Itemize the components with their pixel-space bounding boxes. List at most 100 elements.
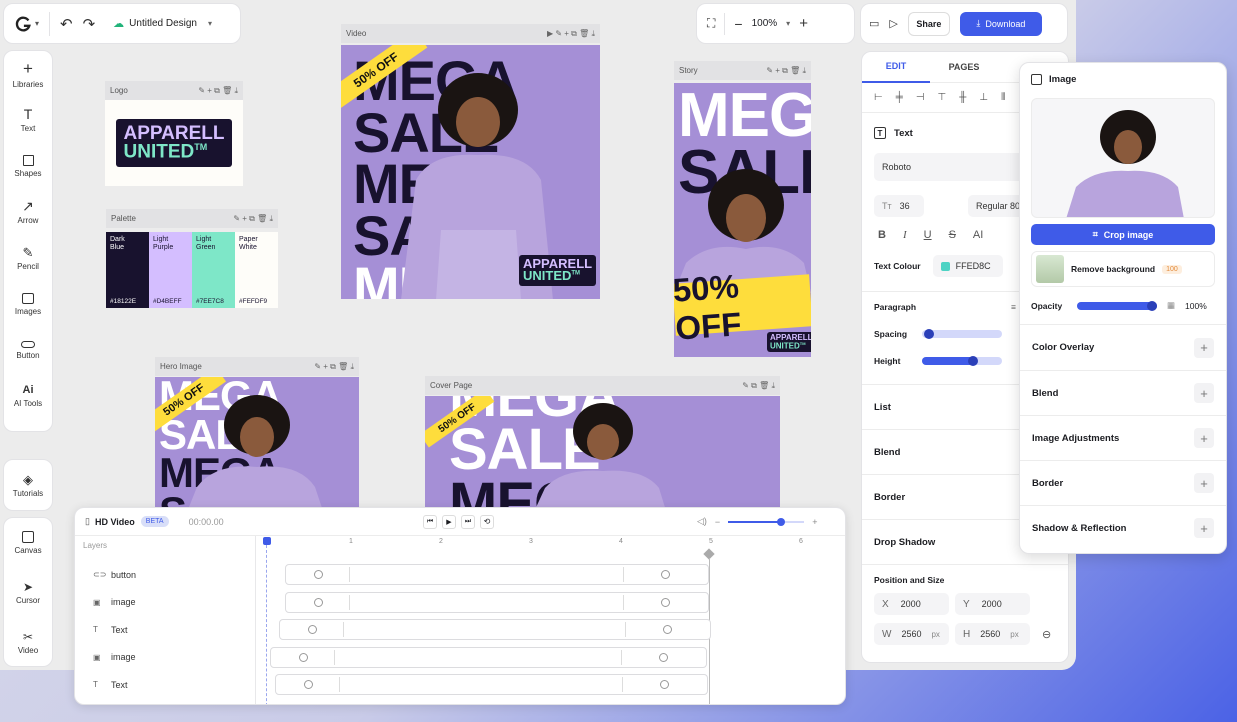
timeline-layer-row[interactable]: ▣ image bbox=[75, 589, 843, 616]
tab-edit[interactable]: EDIT bbox=[862, 52, 930, 83]
keyframe-handle[interactable] bbox=[659, 652, 668, 662]
slider-thumb[interactable] bbox=[924, 329, 935, 339]
keyframe-handle[interactable] bbox=[299, 652, 308, 662]
plus-icon[interactable]: + bbox=[1194, 337, 1214, 358]
image-section-border[interactable]: Border + bbox=[1020, 460, 1226, 505]
tool-button[interactable]: Button bbox=[4, 327, 52, 373]
align-center-icon[interactable]: ╪ bbox=[896, 92, 903, 103]
opacity-value[interactable]: 100% bbox=[1185, 301, 1207, 311]
keyframe-handle[interactable] bbox=[661, 570, 670, 579]
tab-pages[interactable]: PAGES bbox=[930, 62, 998, 72]
timeline-zoom-slider[interactable] bbox=[728, 517, 805, 526]
frame-story[interactable]: MEGA SALE 50% OFF APPARELL UNITEDTM bbox=[674, 83, 811, 357]
design-title-dropdown[interactable]: ☁ Untitled Design ▾ bbox=[113, 17, 212, 30]
playhead[interactable] bbox=[263, 537, 271, 545]
tool-shapes[interactable]: Shapes bbox=[4, 143, 52, 189]
plus-icon[interactable]: + bbox=[1194, 383, 1214, 403]
frame-header-story[interactable]: Story ✎ + ⧉ 🗑 ⤓ bbox=[674, 61, 811, 80]
tool-video[interactable]: ✂ Video bbox=[4, 618, 52, 668]
tool-tutorials[interactable]: ◈ Tutorials bbox=[4, 460, 52, 510]
undo-icon[interactable]: ↶ bbox=[60, 15, 73, 33]
italic-icon[interactable]: I bbox=[903, 229, 907, 241]
height-input[interactable]: H 2560 px bbox=[955, 623, 1030, 645]
skip-forward-icon[interactable]: ⏭ bbox=[461, 514, 475, 529]
palette-swatch[interactable]: Dark Blue #18122E bbox=[106, 232, 149, 308]
frame-palette[interactable]: Dark Blue #18122E Light Purple #D4BEFF Light… bbox=[106, 232, 278, 308]
image-section-shadow-reflection[interactable]: Shadow & Reflection + bbox=[1020, 505, 1226, 550]
volume-icon[interactable]: ◁) bbox=[697, 516, 707, 527]
zoom-in-icon[interactable]: + bbox=[812, 517, 817, 527]
frame-video[interactable]: MEGA SALE MEGA SALE MEGA SALE MEGA SALE … bbox=[341, 45, 600, 299]
palette-swatch[interactable]: Light Green #7EE7C8 bbox=[192, 232, 235, 308]
frame-header-logo[interactable]: Logo ✎ + ⧉ 🗑 ⤓ bbox=[105, 81, 243, 100]
frame-actions[interactable]: ✎ + ⧉ 🗑 ⤓ bbox=[233, 214, 273, 224]
frame-actions[interactable]: ▶ ✎ + ⧉ 🗑 ⤓ bbox=[547, 29, 595, 39]
frame-logo[interactable]: APPARELL UNITEDTM bbox=[105, 100, 243, 186]
comment-icon[interactable]: ▭ bbox=[869, 17, 879, 30]
timeline-clip[interactable] bbox=[275, 674, 708, 695]
timeline-layer-row[interactable]: ⊂⊃ button bbox=[75, 561, 843, 588]
keyframe-handle[interactable] bbox=[660, 680, 669, 689]
zoom-level[interactable]: 100% bbox=[752, 18, 778, 29]
zoom-out-icon[interactable]: − bbox=[715, 517, 720, 527]
frame-actions[interactable]: ✎ + ⧉ 🗑 ⤓ bbox=[314, 362, 354, 372]
y-input[interactable]: Y 2000 bbox=[955, 593, 1030, 615]
timeline-layer-row[interactable]: ▣ image bbox=[75, 644, 843, 671]
timeline-clip[interactable] bbox=[285, 591, 709, 613]
font-size-input[interactable]: Tт 36 bbox=[874, 195, 924, 217]
tool-text[interactable]: T Text bbox=[4, 97, 52, 143]
tool-pencil[interactable]: ✎ Pencil bbox=[4, 235, 52, 281]
text-colour-picker[interactable]: FFED8C bbox=[932, 255, 1003, 277]
image-section-blend[interactable]: Blend + bbox=[1020, 370, 1226, 415]
keyframe-handle[interactable] bbox=[308, 625, 317, 634]
chevron-down-icon[interactable]: ▾ bbox=[786, 19, 790, 28]
image-preview[interactable] bbox=[1031, 98, 1215, 218]
slider-thumb[interactable] bbox=[1147, 300, 1157, 311]
fit-screen-icon[interactable]: ⛶ bbox=[707, 16, 715, 31]
underline-icon[interactable]: U bbox=[924, 229, 932, 241]
align-bottom-icon[interactable]: ⊥ bbox=[979, 92, 988, 103]
timeline-layer-row[interactable]: T Text bbox=[75, 671, 843, 698]
frame-header-video[interactable]: Video ▶ ✎ + ⧉ 🗑 ⤓ bbox=[341, 24, 600, 43]
plus-icon[interactable]: + bbox=[1194, 428, 1214, 448]
skip-back-icon[interactable]: ⏮ bbox=[423, 514, 437, 529]
align-top-icon[interactable]: ⊤ bbox=[938, 92, 947, 103]
frame-header-hero[interactable]: Hero Image ✎ + ⧉ 🗑 ⤓ bbox=[155, 357, 359, 376]
frame-actions[interactable]: ✎ + ⧉ 🗑 ⤓ bbox=[766, 66, 806, 76]
height-slider[interactable] bbox=[922, 356, 1002, 366]
play-icon[interactable]: ▶ bbox=[442, 514, 456, 529]
align-right-icon[interactable]: ⊣ bbox=[916, 92, 925, 103]
keyframe-handle[interactable] bbox=[663, 625, 672, 634]
tool-ai-tools[interactable]: Ai AI Tools bbox=[4, 373, 52, 419]
zoom-out-icon[interactable]: − bbox=[734, 16, 742, 32]
align-left-icon[interactable]: ⊢ bbox=[874, 92, 883, 103]
slider-thumb[interactable] bbox=[777, 517, 786, 526]
distribute-icon[interactable]: ⫴ bbox=[1001, 92, 1005, 103]
width-input[interactable]: W 2560 px bbox=[874, 623, 949, 645]
play-preview-icon[interactable]: ▷ bbox=[889, 17, 897, 30]
tool-images[interactable]: Images bbox=[4, 281, 52, 327]
keyframe-handle[interactable] bbox=[661, 597, 670, 607]
keyframe-handle[interactable] bbox=[314, 597, 323, 607]
align-middle-icon[interactable]: ╫ bbox=[959, 92, 966, 103]
image-section-color-overlay[interactable]: Color Overlay + bbox=[1020, 325, 1226, 370]
paragraph-align-icon[interactable]: ≡ bbox=[1011, 302, 1016, 312]
transparency-icon[interactable]: ▦ bbox=[1167, 300, 1175, 311]
app-logo-menu[interactable]: ▾ bbox=[14, 15, 39, 33]
strikethrough-icon[interactable]: S bbox=[949, 229, 956, 241]
palette-swatch[interactable]: Light Purple #D4BEFF bbox=[149, 232, 192, 308]
tool-libraries[interactable]: + Libraries bbox=[4, 51, 52, 97]
frame-hero[interactable]: MEGA SALE MEGA SALE MEGA SALE 50% OFF bbox=[155, 377, 359, 512]
frame-cover[interactable]: MEGA SALE MEGA SALE MEGA SALE 50% OFF bbox=[425, 396, 780, 512]
remove-background-button[interactable]: Remove background 100 bbox=[1031, 251, 1215, 287]
zoom-in-icon[interactable]: + bbox=[799, 15, 808, 32]
opacity-slider[interactable] bbox=[1077, 300, 1157, 311]
tool-arrow[interactable]: ↗ Arrow bbox=[4, 189, 52, 235]
x-input[interactable]: X 2000 bbox=[874, 593, 949, 615]
tool-canvas[interactable]: Canvas bbox=[4, 518, 52, 568]
plus-icon[interactable]: + bbox=[1194, 518, 1214, 538]
frame-actions[interactable]: ✎ ⧉ 🗑 ⤓ bbox=[742, 381, 775, 391]
keyframe-handle[interactable] bbox=[304, 680, 313, 689]
share-button[interactable]: Share bbox=[907, 11, 950, 36]
keyframe-handle[interactable] bbox=[314, 570, 323, 579]
